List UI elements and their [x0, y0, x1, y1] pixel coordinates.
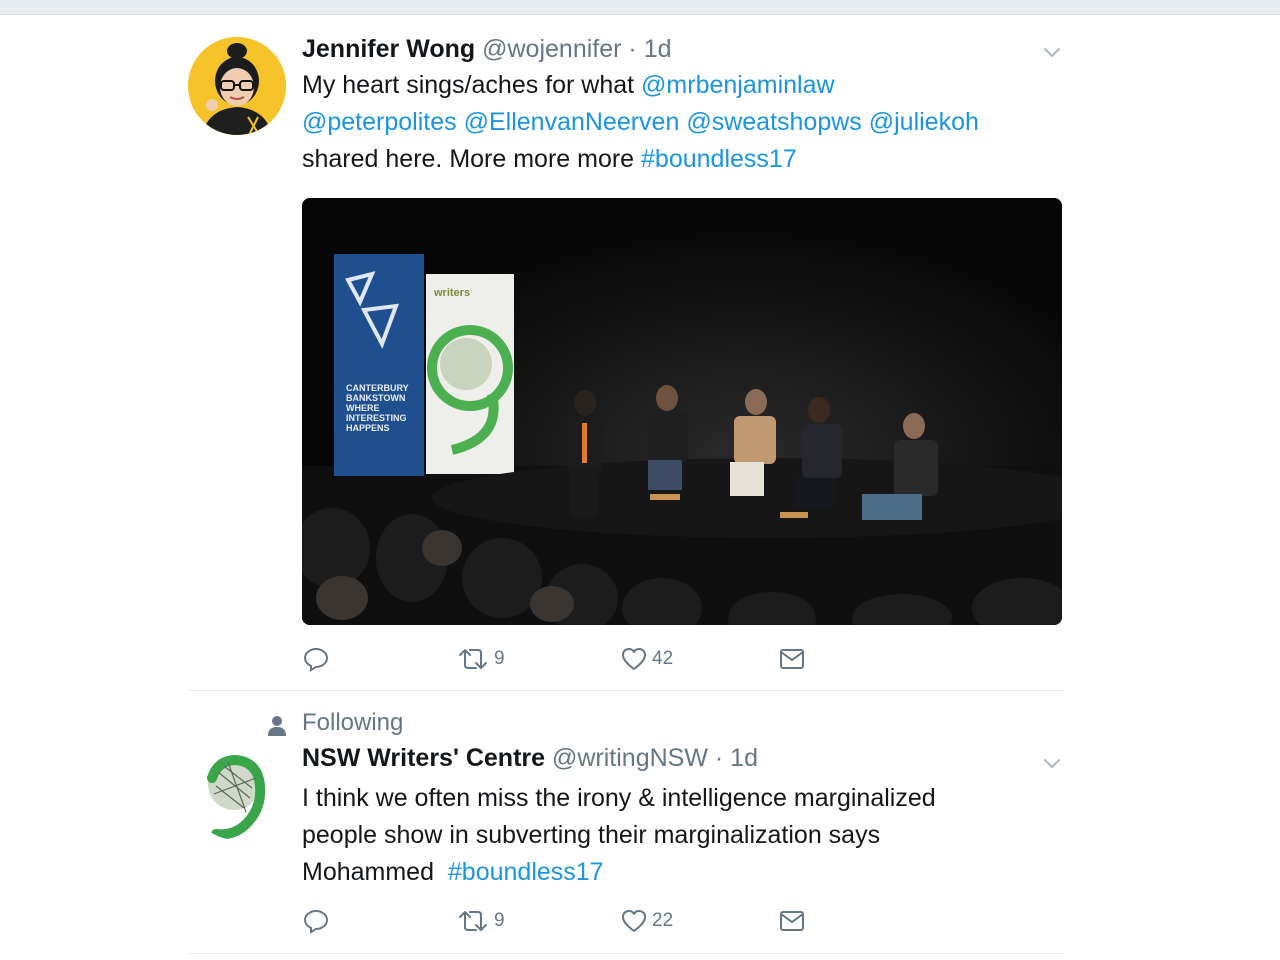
tweet-actions: 9 22: [302, 906, 1062, 936]
tweet-text-line: Mohammed #boundless17: [302, 854, 1072, 891]
mention-link[interactable]: @EllenvanNeerven: [464, 108, 680, 136]
tweet-divider: [188, 690, 1064, 691]
mention-link[interactable]: @peterpolites: [302, 108, 457, 136]
banner-text: CANTERBURY: [346, 383, 409, 393]
banner-text: writers: [433, 287, 470, 299]
banner-text: HAPPENS: [346, 423, 390, 433]
like-count: 22: [652, 910, 674, 931]
author-handle[interactable]: @writingNSW: [552, 744, 708, 772]
avatar[interactable]: [188, 37, 286, 135]
tweet-actions: 9 42: [302, 644, 1062, 674]
text-segment: Mohammed: [302, 858, 448, 886]
mention-link[interactable]: @sweatshopws: [686, 108, 861, 136]
banner-text: WHERE: [346, 403, 380, 413]
chevron-down-icon[interactable]: [1040, 40, 1064, 64]
retweet-button[interactable]: 9: [456, 644, 505, 674]
envelope-icon: [778, 645, 806, 673]
text-segment: shared here. More more more: [302, 145, 642, 173]
like-count: 42: [652, 648, 674, 669]
author-name[interactable]: NSW Writers' Centre: [302, 744, 545, 772]
direct-message-button[interactable]: [778, 906, 806, 936]
like-button[interactable]: 22: [620, 906, 673, 936]
tweet-header: NSW Writers' Centre @writingNSW · 1d: [302, 744, 758, 773]
avatar[interactable]: [188, 742, 286, 840]
reply-icon: [302, 907, 330, 935]
separator: ·: [628, 35, 637, 63]
retweet-count: 9: [494, 648, 505, 669]
retweet-count: 9: [494, 910, 505, 931]
text-segment: [457, 108, 464, 136]
retweet-icon: [456, 645, 490, 673]
author-handle[interactable]: @wojennifer: [482, 35, 621, 63]
text-segment: My heart sings/aches for what: [302, 71, 642, 99]
timestamp[interactable]: 1d: [730, 744, 758, 772]
heart-icon: [620, 907, 648, 935]
banner-text: BANKSTOWN: [346, 393, 405, 403]
mention-link[interactable]: @juliekoh: [869, 108, 979, 136]
timestamp[interactable]: 1d: [644, 35, 672, 63]
tweet-divider: [188, 953, 1064, 954]
timeline-top-bar: [0, 0, 1280, 15]
person-icon: [266, 714, 288, 738]
tweet[interactable]: Following NSW Writers' Centre @writingNS…: [188, 708, 1064, 952]
tweet-text-line: shared here. More more more #boundless17: [302, 141, 1072, 178]
reply-button[interactable]: [302, 906, 330, 936]
tweet-text-line: people show in subverting their marginal…: [302, 821, 881, 849]
text-segment: [862, 108, 869, 136]
tweet-text-line: I think we often miss the irony & intell…: [302, 784, 936, 812]
chevron-down-icon[interactable]: [1040, 751, 1064, 775]
tweet-text-line: @peterpolites @EllenvanNeerven @sweatsho…: [302, 104, 1072, 141]
hashtag-link[interactable]: #boundless17: [641, 145, 797, 173]
envelope-icon: [778, 907, 806, 935]
retweet-button[interactable]: 9: [456, 906, 505, 936]
tweet-photo[interactable]: CANTERBURY BANKSTOWN WHERE INTERESTING H…: [302, 198, 1062, 625]
tweet-text: I think we often miss the irony & intell…: [302, 780, 1072, 891]
tweet-text: My heart sings/aches for what @mrbenjami…: [302, 67, 1072, 178]
reply-button[interactable]: [302, 644, 330, 674]
tweet-header: Jennifer Wong @wojennifer · 1d: [302, 35, 672, 64]
reply-icon: [302, 645, 330, 673]
tweet-text-line: My heart sings/aches for what @mrbenjami…: [302, 67, 1072, 104]
event-banner: writers: [426, 274, 514, 474]
mention-link[interactable]: @mrbenjaminlaw: [641, 71, 835, 99]
author-name[interactable]: Jennifer Wong: [302, 35, 475, 63]
direct-message-button[interactable]: [778, 644, 806, 674]
event-banner: CANTERBURY BANKSTOWN WHERE INTERESTING H…: [334, 254, 424, 476]
heart-icon: [620, 645, 648, 673]
separator: ·: [714, 744, 724, 772]
hashtag-link[interactable]: #boundless17: [448, 858, 604, 886]
tweet[interactable]: Jennifer Wong @wojennifer · 1d My heart …: [188, 35, 1064, 690]
retweet-icon: [456, 907, 490, 935]
banner-text: INTERESTING: [346, 413, 407, 423]
like-button[interactable]: 42: [620, 644, 673, 674]
social-context: Following: [302, 709, 404, 736]
